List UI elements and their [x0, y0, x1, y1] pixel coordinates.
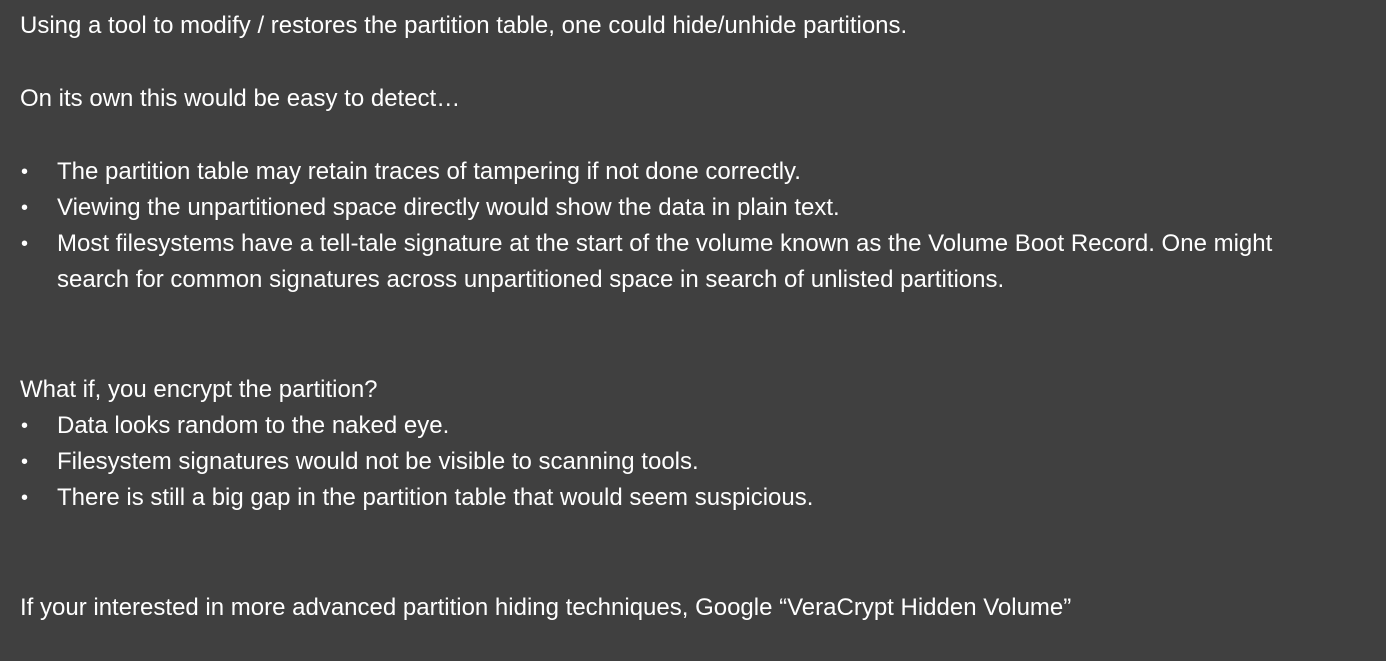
bullet-text: The partition table may retain traces of… — [57, 158, 801, 185]
detect-bullet-list: • The partition table may retain traces … — [0, 154, 1287, 298]
list-item: • Filesystem signatures would not be vis… — [0, 444, 1287, 480]
bullet-text: Most filesystems have a tell-tale signat… — [57, 230, 1273, 293]
encrypt-bullet-list: • Data looks random to the naked eye. • … — [0, 408, 1287, 516]
list-item: • There is still a big gap in the partit… — [0, 480, 1287, 516]
encrypt-heading: What if, you encrypt the partition? — [20, 376, 378, 403]
detect-heading: On its own this would be easy to detect… — [20, 85, 461, 112]
bullet-icon: • — [21, 487, 29, 509]
slide: Using a tool to modify / restores the pa… — [0, 0, 1386, 661]
bullet-icon: • — [21, 415, 29, 437]
bullet-text: Filesystem signatures would not be visib… — [57, 448, 699, 475]
bullet-text: Data looks random to the naked eye. — [57, 412, 450, 439]
bullet-icon: • — [21, 451, 29, 473]
bullet-icon: • — [21, 233, 29, 255]
bullet-icon: • — [21, 197, 29, 219]
bullet-text: Viewing the unpartitioned space directly… — [57, 194, 840, 221]
list-item: • Viewing the unpartitioned space direct… — [0, 190, 1287, 226]
bullet-text: There is still a big gap in the partitio… — [57, 484, 814, 511]
bullet-icon: • — [21, 161, 29, 183]
list-item: • The partition table may retain traces … — [0, 154, 1287, 190]
list-item: • Data looks random to the naked eye. — [0, 408, 1287, 444]
list-item: • Most filesystems have a tell-tale sign… — [0, 226, 1287, 298]
footer-text: If your interested in more advanced part… — [20, 594, 1072, 621]
intro-text: Using a tool to modify / restores the pa… — [20, 12, 908, 39]
